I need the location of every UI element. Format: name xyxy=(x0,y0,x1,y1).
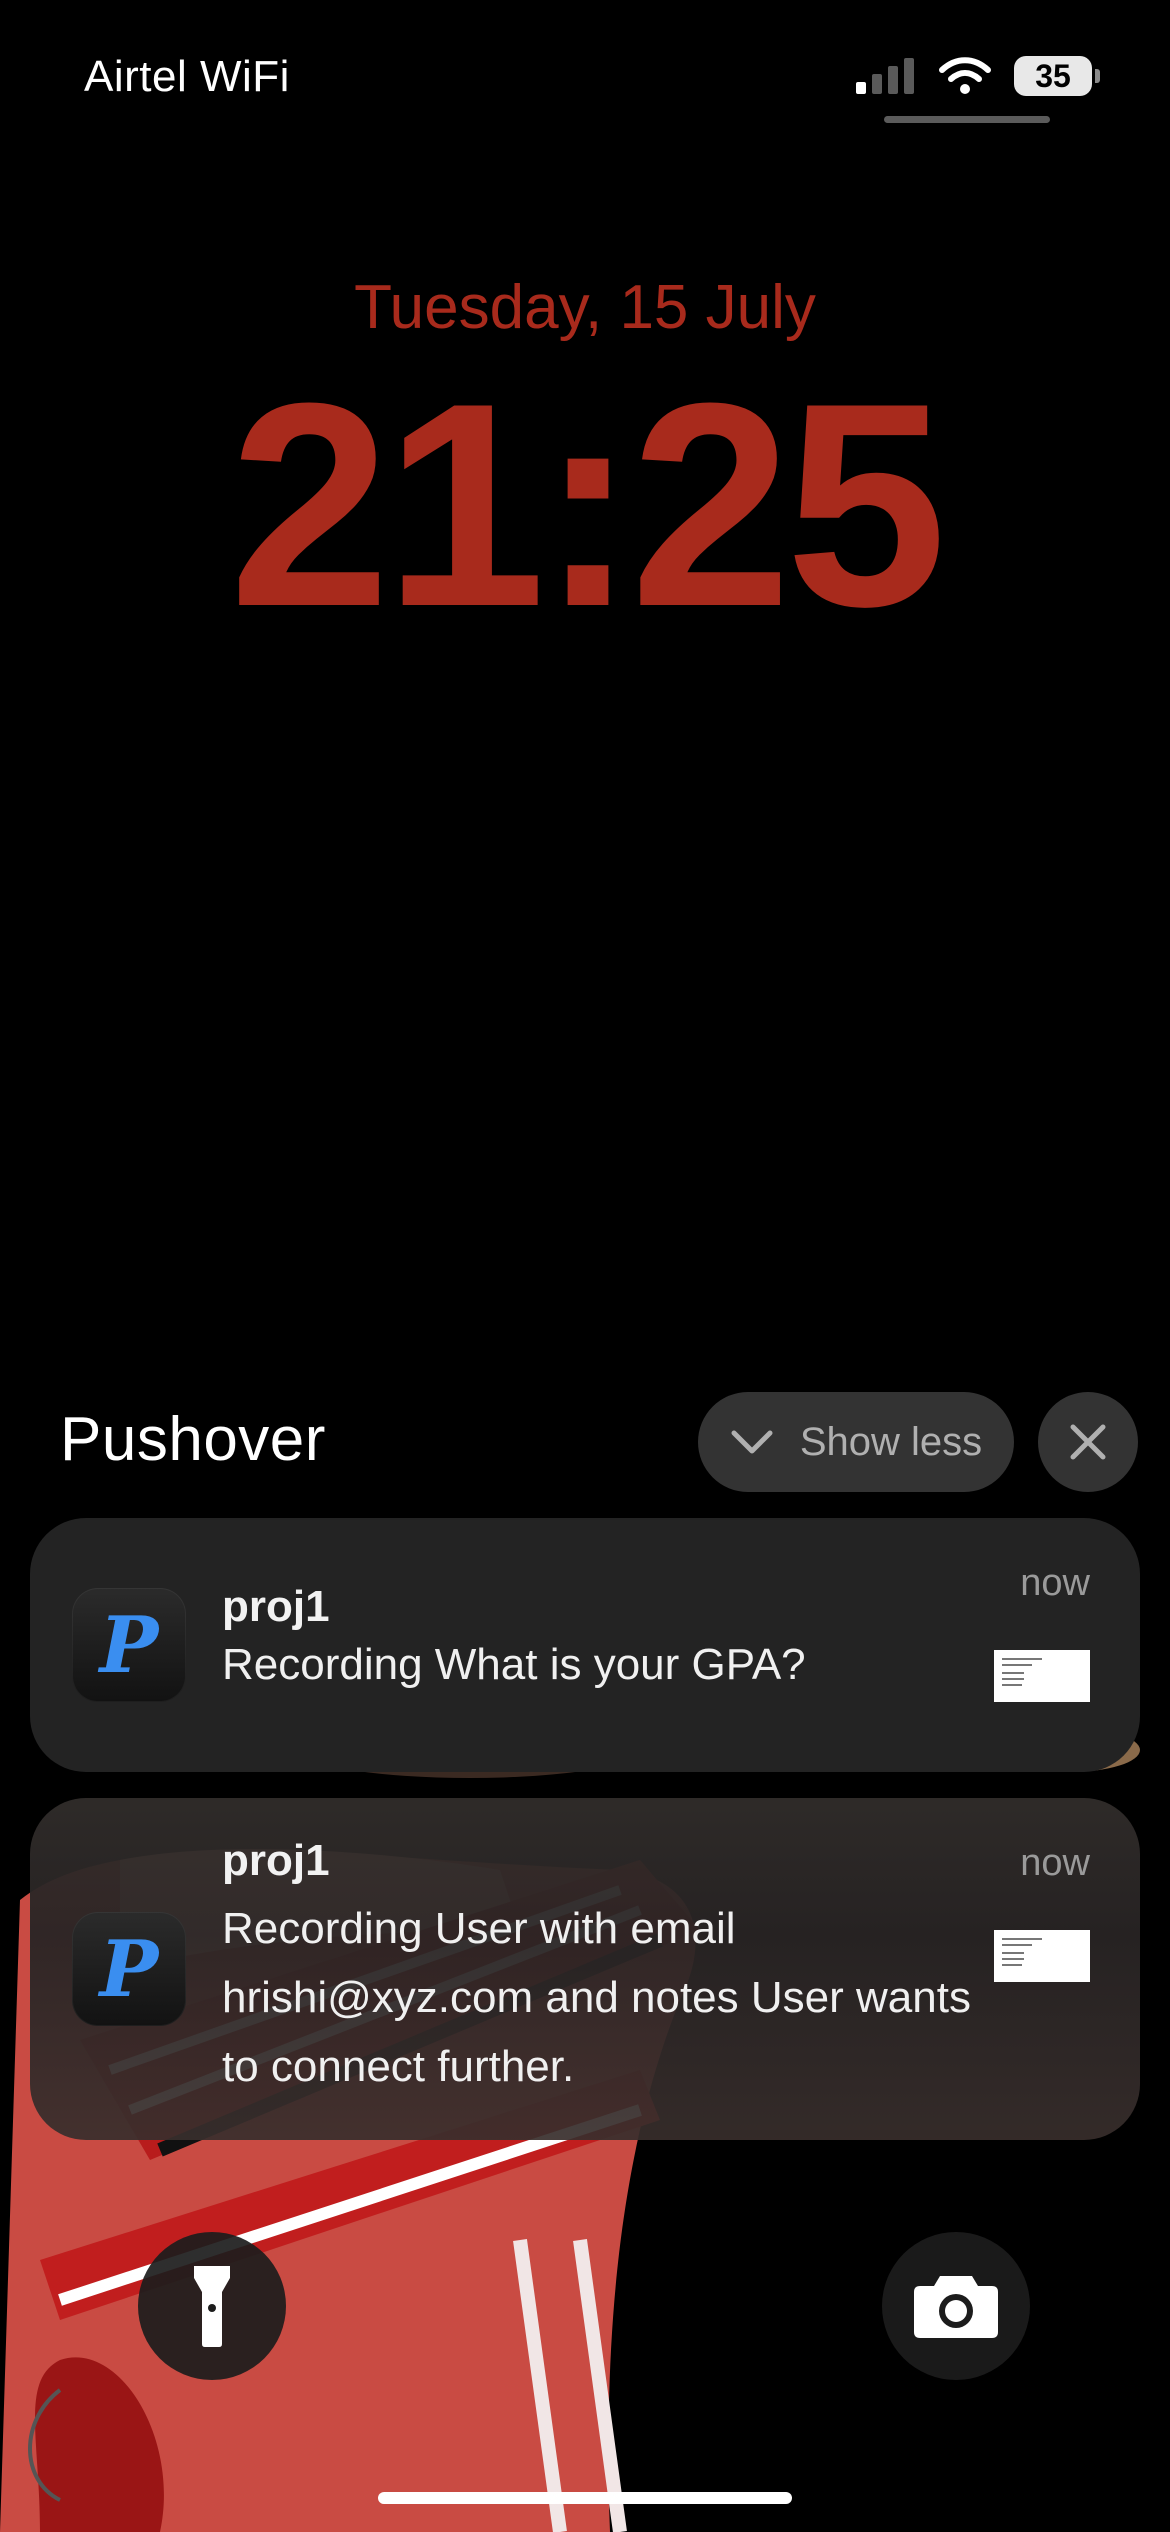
chevron-down-icon xyxy=(731,1430,773,1454)
notification-card[interactable]: P proj1 Recording What is your GPA? now xyxy=(30,1518,1140,1772)
carrier-label: Airtel WiFi xyxy=(84,52,290,101)
wifi-icon xyxy=(939,57,991,94)
pushover-app-icon: P xyxy=(72,1588,186,1702)
notification-body: Recording User with email hrishi@xyz.com… xyxy=(222,1904,971,2091)
attachment-thumbnail xyxy=(994,1650,1090,1702)
camera-icon xyxy=(914,2276,998,2338)
clear-notifications-button[interactable] xyxy=(1038,1392,1138,1492)
battery-indicator: 35 xyxy=(1014,56,1100,96)
show-less-label: Show less xyxy=(799,1419,983,1464)
lock-time: 21:25 xyxy=(229,343,947,667)
notification-title: proj1 xyxy=(222,1582,330,1631)
notification-body: Recording What is your GPA? xyxy=(222,1640,806,1689)
notification-title: proj1 xyxy=(222,1836,330,1885)
pushover-app-icon: P xyxy=(72,1912,186,2026)
battery-level: 35 xyxy=(1035,57,1071,94)
notification-time: now xyxy=(1020,1842,1090,1884)
home-indicator[interactable] xyxy=(378,2492,792,2504)
flashlight-icon xyxy=(194,2266,230,2347)
attachment-thumbnail xyxy=(994,1930,1090,1982)
lock-date: Tuesday, 15 July xyxy=(354,273,816,342)
flashlight-button[interactable] xyxy=(138,2232,286,2380)
status-icons: 35 xyxy=(856,56,1100,96)
notification-card[interactable]: P proj1 Recording User with email hrishi… xyxy=(30,1798,1140,2140)
notification-group-title: Pushover xyxy=(60,1405,326,1474)
show-less-button[interactable]: Show less xyxy=(698,1392,1014,1492)
status-indicator-bar xyxy=(884,116,1050,123)
close-icon xyxy=(1070,1424,1106,1460)
camera-button[interactable] xyxy=(882,2232,1030,2380)
notification-time: now xyxy=(1020,1562,1090,1604)
cellular-signal-icon xyxy=(856,58,914,94)
